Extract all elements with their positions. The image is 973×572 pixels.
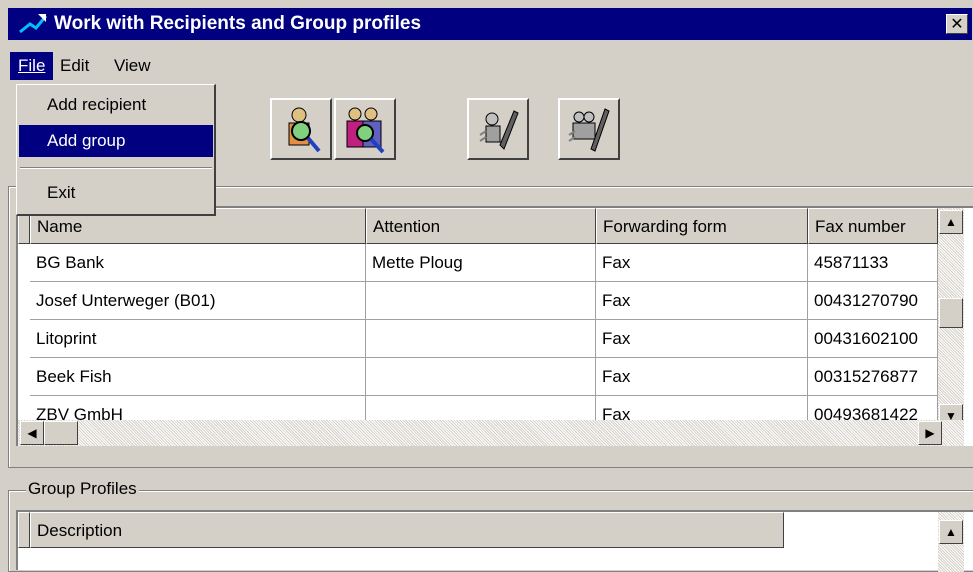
menu-bar: File Edit View (8, 50, 972, 82)
cell-forwarding-form: Fax (596, 282, 808, 320)
col-header-description[interactable]: Description (30, 512, 784, 548)
menu-item-add-recipient[interactable]: Add recipient (19, 89, 213, 121)
cell-attention (366, 358, 596, 396)
cell-fax-number: 00431270790 (808, 282, 938, 320)
group-profiles-grid: Description ▲ (16, 510, 973, 572)
arrow-right-icon: ▶ (925, 426, 935, 440)
menu-item-exit[interactable]: Exit (19, 177, 213, 209)
menu-edit[interactable]: Edit (52, 52, 97, 80)
menu-file-label: File (18, 56, 46, 75)
cell-attention (366, 320, 596, 358)
horizontal-scroll-thumb[interactable] (44, 421, 78, 445)
cell-fax-number: 00315276877 (808, 358, 938, 396)
cell-attention: Mette Ploug (366, 244, 596, 282)
find-recipient-icon (288, 107, 321, 153)
table-row[interactable]: BG Bank Mette Ploug Fax 45871133 (18, 244, 938, 282)
delete-recipient-button[interactable] (467, 98, 529, 160)
table-row[interactable]: Litoprint Fax 00431602100 (18, 320, 938, 358)
col-header-fax-number[interactable]: Fax number (808, 208, 938, 244)
cell-attention (366, 282, 596, 320)
menu-file[interactable]: File (10, 52, 54, 80)
cell-name: Beek Fish (30, 358, 366, 396)
menu-separator (20, 167, 212, 169)
cell-forwarding-form: Fax (596, 320, 808, 358)
table-row[interactable]: Josef Unterweger (B01) Fax 00431270790 (18, 282, 938, 320)
menu-view-label: View (114, 56, 151, 75)
menu-item-add-group[interactable]: Add group (19, 125, 213, 157)
arrow-up-icon: ▲ (945, 215, 957, 229)
arrow-left-icon: ◀ (27, 426, 37, 440)
cell-fax-number: 00431602100 (808, 320, 938, 358)
cell-forwarding-form: Fax (596, 358, 808, 396)
menu-view[interactable]: View (106, 52, 159, 80)
close-button[interactable]: ✕ (946, 14, 968, 34)
col-header-forwarding-form[interactable]: Forwarding form (596, 208, 808, 244)
scroll-up-button[interactable]: ▲ (939, 210, 963, 234)
gp-scroll-up-button[interactable]: ▲ (939, 520, 963, 544)
find-group-button[interactable] (334, 98, 396, 160)
vertical-scroll-thumb[interactable] (939, 298, 963, 328)
app-icon (19, 14, 48, 34)
find-recipient-button[interactable] (270, 98, 332, 160)
scroll-left-button[interactable]: ◀ (20, 421, 44, 445)
cell-name: Josef Unterweger (B01) (30, 282, 366, 320)
gp-row-header-corner (18, 512, 30, 548)
col-header-attention[interactable]: Attention (366, 208, 596, 244)
menu-edit-label: Edit (60, 56, 90, 75)
recipients-grid: Name Attention Forwarding form Fax numbe… (16, 206, 973, 446)
cell-fax-number: 45871133 (808, 244, 938, 282)
cell-name: Litoprint (30, 320, 366, 358)
file-menu-dropdown: Add recipient Add group Exit (16, 84, 216, 216)
title-bar: Work with Recipients and Group profiles … (8, 8, 972, 40)
scroll-right-button[interactable]: ▶ (918, 421, 942, 445)
cell-name: BG Bank (30, 244, 366, 282)
horizontal-scroll-track[interactable] (18, 420, 964, 446)
close-icon: ✕ (950, 16, 964, 33)
delete-group-icon (568, 108, 610, 152)
delete-group-button[interactable] (558, 98, 620, 160)
table-row[interactable]: Beek Fish Fax 00315276877 (18, 358, 938, 396)
delete-recipient-icon (479, 110, 519, 150)
cell-forwarding-form: Fax (596, 244, 808, 282)
find-group-icon (346, 107, 385, 154)
arrow-up-icon: ▲ (945, 525, 957, 539)
window-title: Work with Recipients and Group profiles (54, 13, 422, 34)
group-profiles-label: Group Profiles (26, 479, 139, 499)
